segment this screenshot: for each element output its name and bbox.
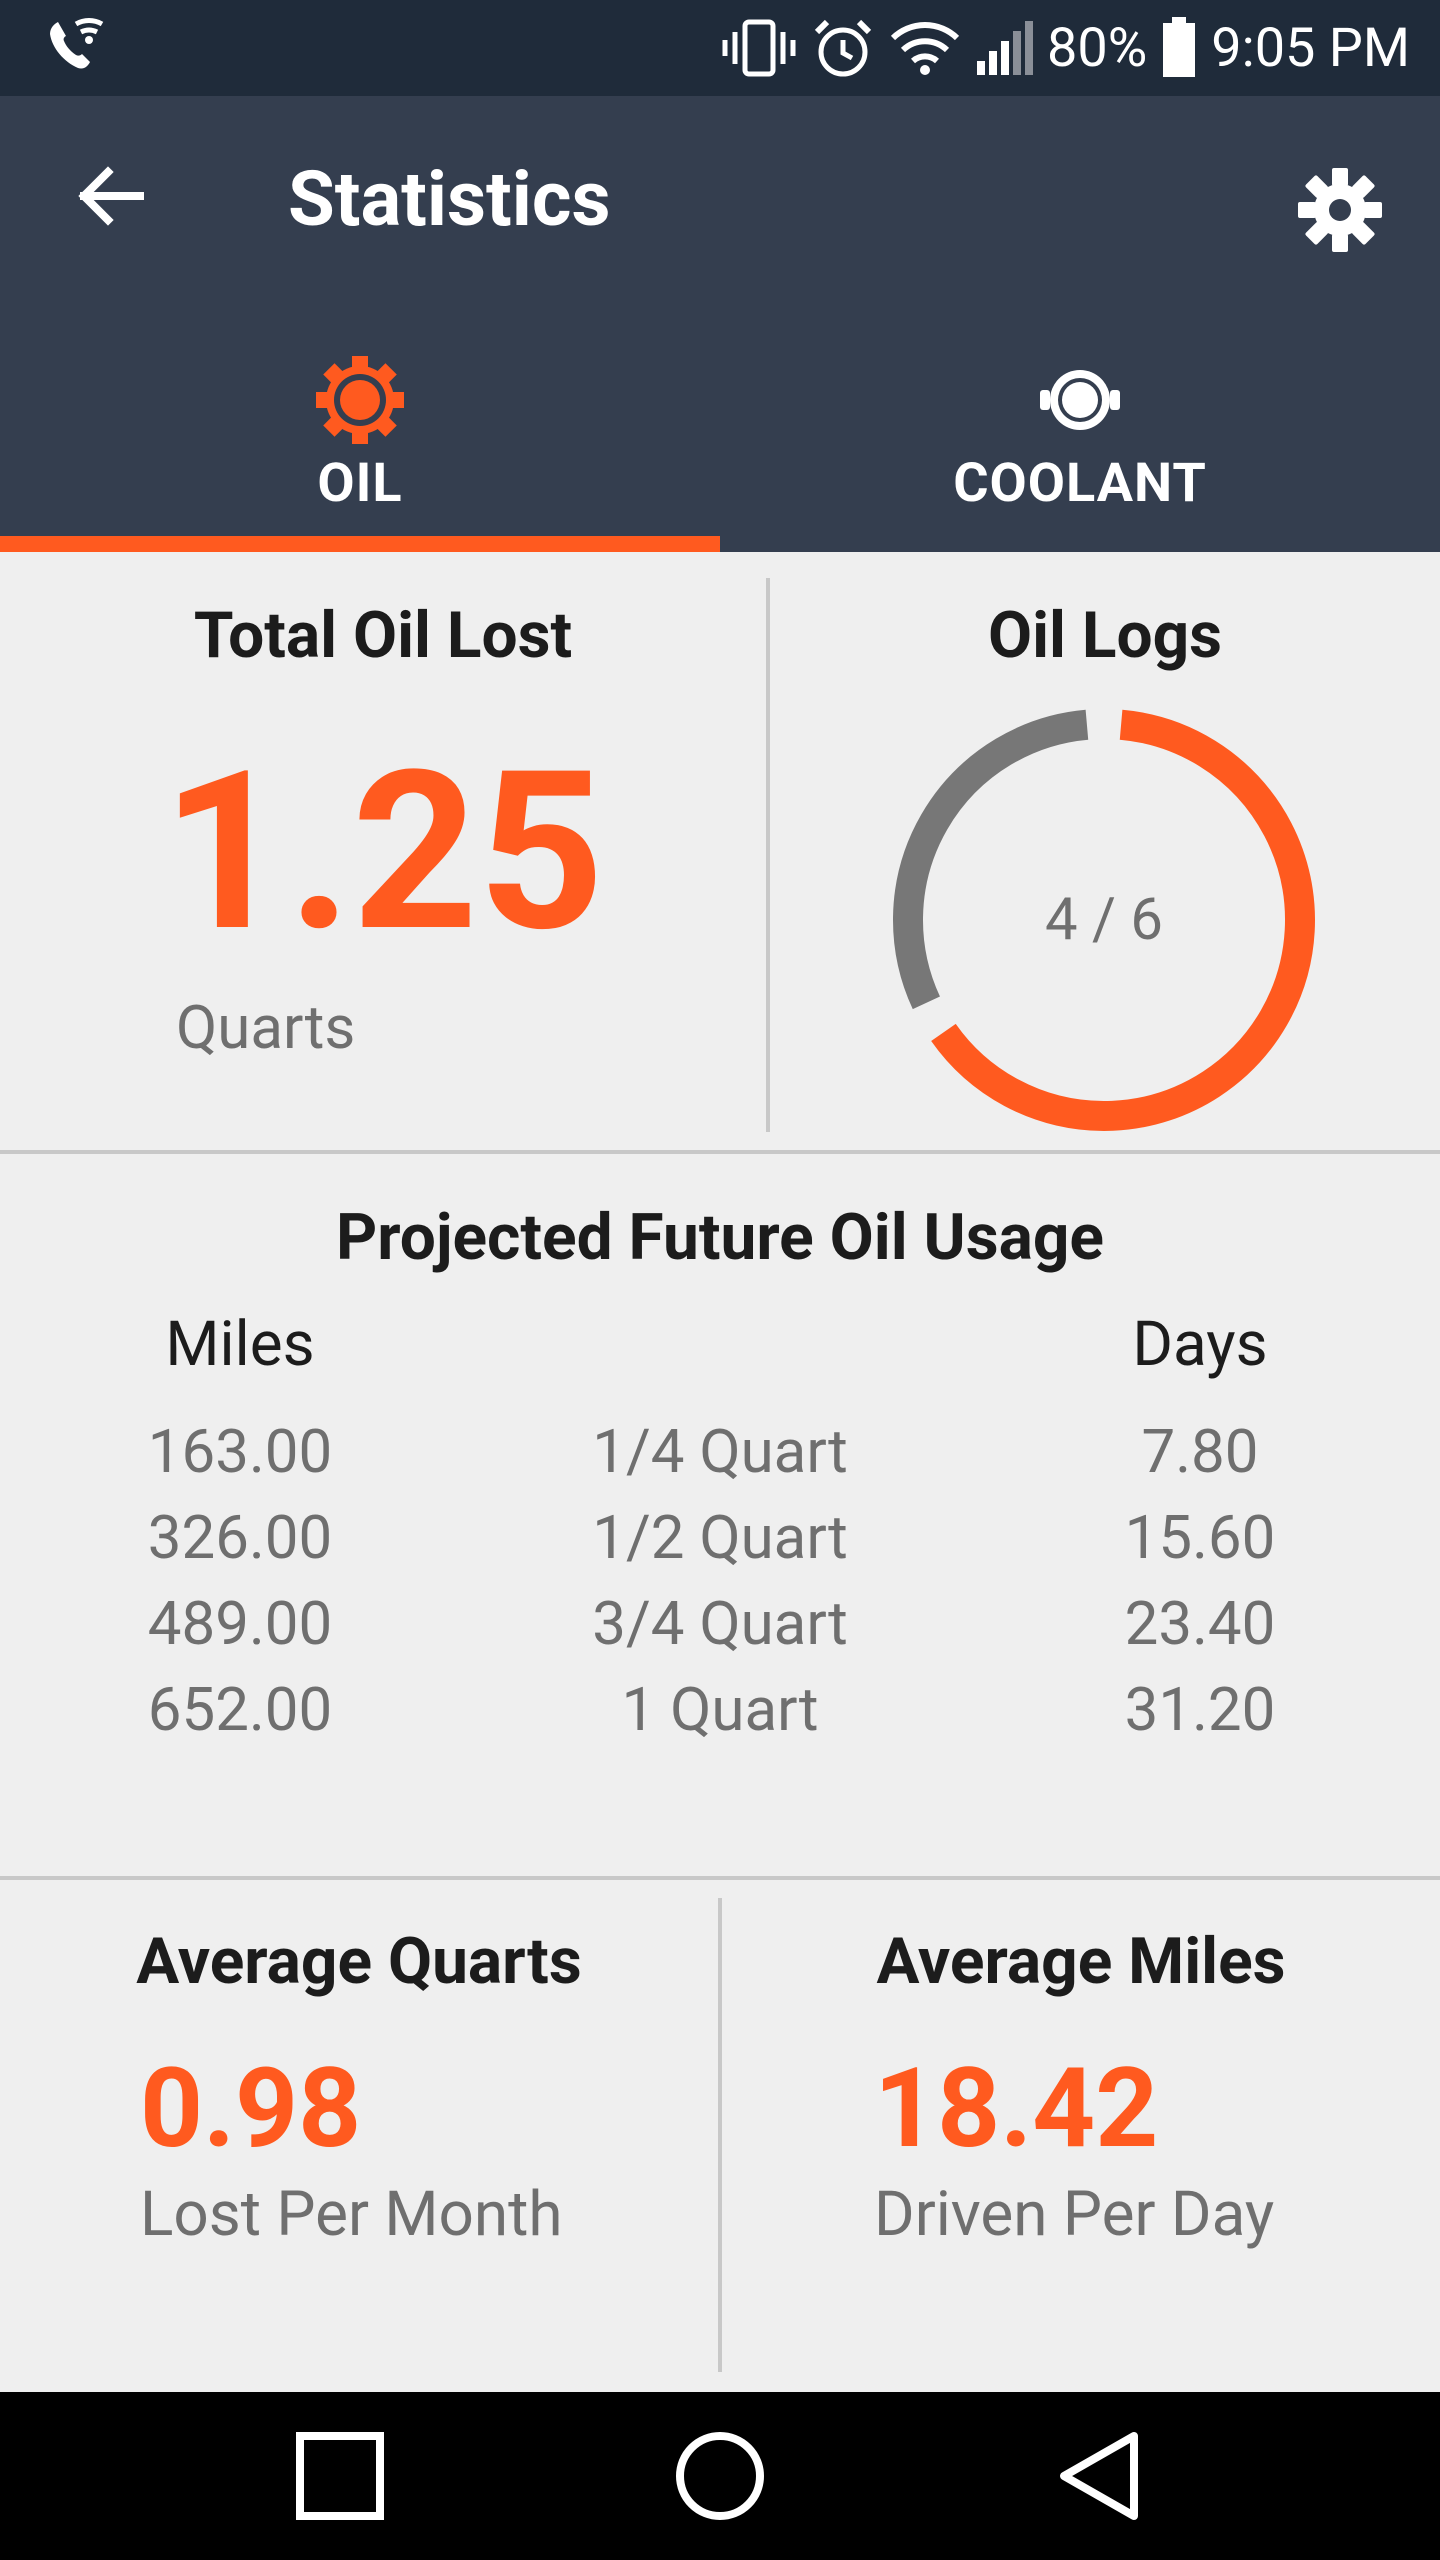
row-days: 15.60 — [1124, 1502, 1276, 1573]
table-row: 326.00 1/2 Quart 15.60 — [0, 1502, 1440, 1588]
gear-icon[interactable] — [1296, 166, 1384, 254]
arrow-back-icon[interactable] — [70, 154, 154, 238]
projection-section: Projected Future Oil Usage Miles Days 16… — [0, 1152, 1440, 1878]
summary-section: Total Oil Lost 1.25 Quarts Oil Logs 4 / … — [0, 552, 1440, 1152]
average-miles-title: Average Miles — [876, 1924, 1286, 1999]
days-header: Days — [1132, 1308, 1268, 1381]
average-quarts-subtitle: Lost Per Month — [140, 2178, 563, 2251]
row-amount: 3/4 Quart — [592, 1588, 848, 1659]
row-miles: 163.00 — [147, 1416, 333, 1487]
total-oil-lost-title: Total Oil Lost — [193, 598, 573, 673]
page-title: Statistics — [288, 154, 611, 244]
tab-oil-label: OIL — [317, 452, 403, 515]
average-miles-subtitle: Driven Per Day — [874, 2178, 1275, 2251]
app-bar: Statistics OIL COOLANT — [0, 96, 1440, 552]
row-amount: 1 Quart — [621, 1674, 819, 1745]
battery-icon — [1163, 17, 1196, 77]
clock: 9:05 PM — [1211, 16, 1410, 80]
row-days: 7.80 — [1141, 1416, 1259, 1487]
vibrate-icon — [722, 19, 796, 77]
oil-logs-count: 4 / 6 — [1045, 886, 1163, 954]
table-row: 163.00 1/4 Quart 7.80 — [0, 1416, 1440, 1502]
back-triangle-icon[interactable] — [1050, 2426, 1150, 2526]
row-amount: 1/2 Quart — [592, 1502, 848, 1573]
total-oil-lost-value: 1.25 — [161, 723, 605, 981]
oil-logs-title: Oil Logs — [987, 598, 1223, 673]
table-row: 489.00 3/4 Quart 23.40 — [0, 1588, 1440, 1674]
average-quarts-title: Average Quarts — [136, 1924, 582, 1999]
home-icon[interactable] — [670, 2426, 770, 2526]
navigation-bar — [0, 2392, 1440, 2560]
battery-percent: 80% — [1047, 16, 1148, 80]
oil-icon — [316, 356, 404, 444]
row-days: 31.20 — [1124, 1674, 1276, 1745]
tab-coolant-label: COOLANT — [953, 452, 1207, 515]
status-bar: 80% 9:05 PM — [0, 0, 1440, 96]
wifi-icon — [890, 22, 960, 75]
wifi-calling-icon — [50, 18, 104, 69]
coolant-icon — [1040, 370, 1120, 430]
average-quarts-value: 0.98 — [140, 2044, 362, 2173]
tab-coolant[interactable]: COOLANT — [720, 312, 1440, 552]
row-amount: 1/4 Quart — [592, 1416, 848, 1487]
tab-bar: OIL COOLANT — [0, 312, 1440, 552]
total-oil-lost-unit: Quarts — [176, 992, 356, 1063]
average-miles-value: 18.42 — [874, 2044, 1159, 2173]
projection-title: Projected Future Oil Usage — [335, 1200, 1104, 1275]
miles-header: Miles — [165, 1308, 315, 1381]
row-miles: 489.00 — [147, 1588, 333, 1659]
table-row: 652.00 1 Quart 31.20 — [0, 1674, 1440, 1760]
recents-icon[interactable] — [290, 2426, 390, 2526]
signal-icon — [977, 21, 1034, 75]
averages-section: Average Quarts 0.98 Lost Per Month Avera… — [0, 1878, 1440, 2392]
alarm-icon — [814, 19, 872, 77]
row-days: 23.40 — [1124, 1588, 1276, 1659]
row-miles: 326.00 — [147, 1502, 333, 1573]
tab-oil[interactable]: OIL — [0, 312, 720, 552]
tab-indicator — [0, 536, 720, 552]
row-miles: 652.00 — [147, 1674, 333, 1745]
